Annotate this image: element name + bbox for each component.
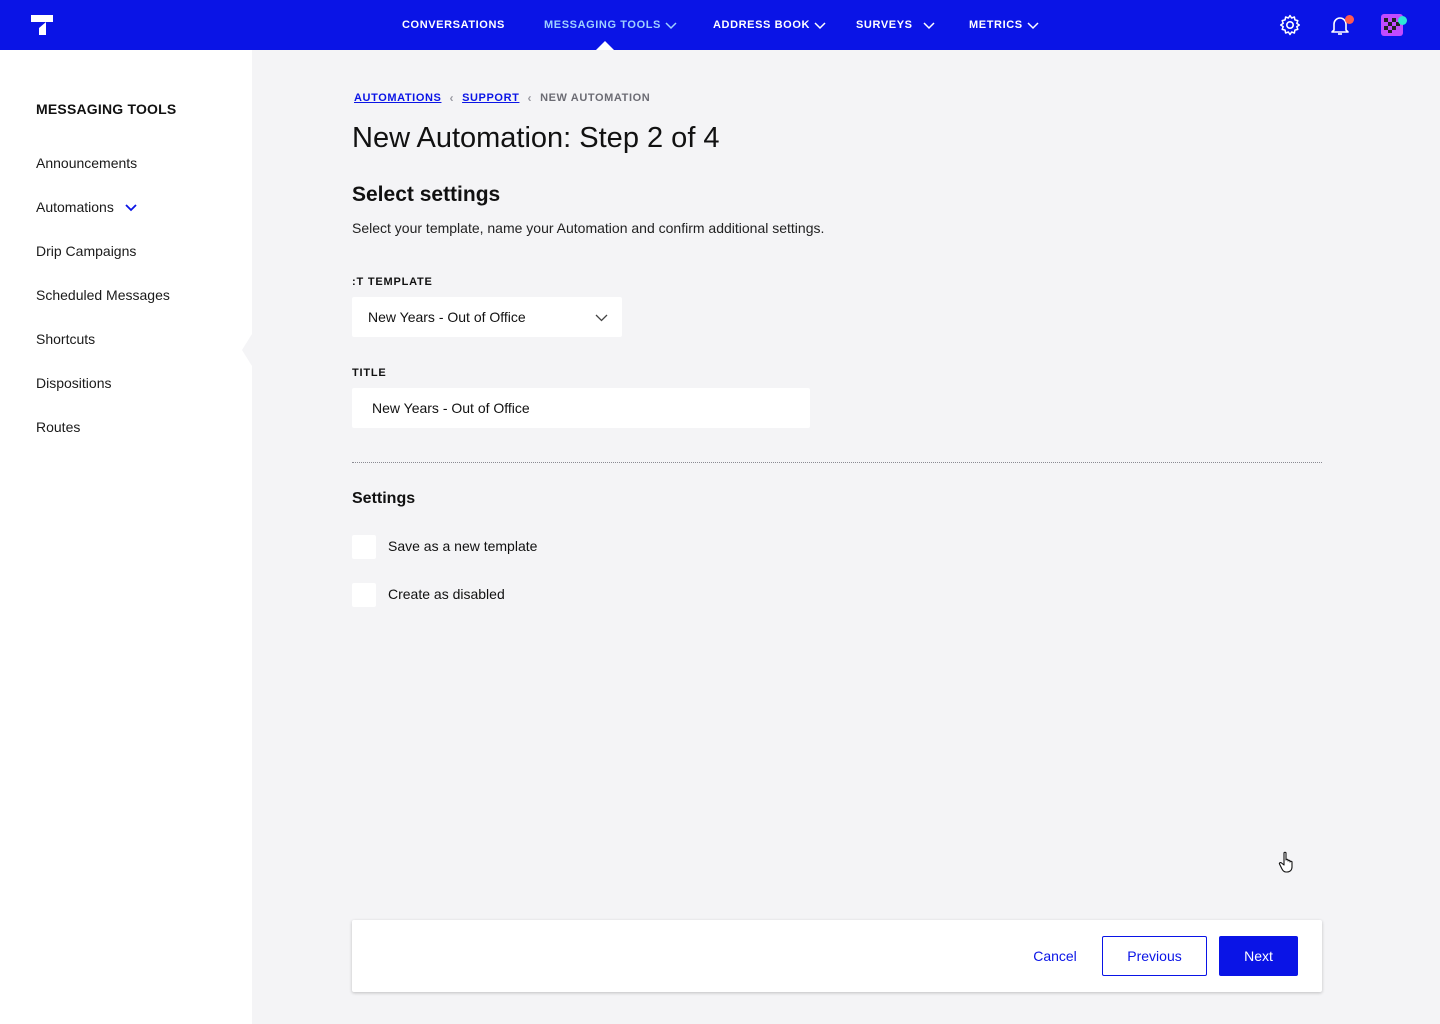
breadcrumb: AUTOMATIONS ‹ SUPPORT ‹ NEW AUTOMATION [354, 91, 650, 105]
save-as-template-label: Save as a new template [388, 538, 538, 554]
next-button[interactable]: Next [1219, 936, 1298, 976]
sidebar-item-label: Automations [36, 199, 114, 215]
top-nav-bar: CONVERSATIONS MESSAGING TOOLS ADDRESS BO… [0, 0, 1440, 50]
chevron-down-icon [814, 22, 826, 30]
settings-title: Settings [352, 490, 416, 507]
sidebar-item-label: Scheduled Messages [36, 287, 170, 303]
cancel-button[interactable]: Cancel [1022, 936, 1088, 976]
template-select-value: New Years - Out of Office [368, 309, 526, 325]
active-nav-indicator [596, 41, 614, 50]
nav-conversations-label: CONVERSATIONS [402, 19, 505, 31]
sidebar-item-label: Shortcuts [36, 331, 96, 347]
page-title: New Automation: Step 2 of 4 [352, 122, 720, 154]
nav-metrics[interactable]: METRICS [969, 0, 1039, 50]
save-as-template-checkbox[interactable] [352, 535, 376, 559]
nav-address-book[interactable]: ADDRESS BOOK [713, 0, 826, 50]
chevron-down-icon [1027, 22, 1039, 30]
logo-icon[interactable] [30, 13, 54, 37]
sidebar-item-shortcuts[interactable]: Shortcuts [36, 331, 95, 347]
sidebar-item-scheduled-messages[interactable]: Scheduled Messages [36, 287, 170, 303]
notifications-button[interactable] [1328, 13, 1354, 37]
chevron-left-icon: ‹ [527, 91, 533, 105]
sidebar-item-dispositions[interactable]: Dispositions [36, 375, 111, 391]
status-dot [1398, 16, 1407, 25]
nav-conversations[interactable]: CONVERSATIONS [402, 0, 505, 50]
sidebar-item-automations[interactable]: Automations [36, 199, 138, 215]
sidebar-item-label: Drip Campaigns [36, 243, 137, 259]
section-divider [352, 462, 1322, 463]
breadcrumb-support[interactable]: SUPPORT [462, 92, 519, 104]
nav-surveys-label: SURVEYS [856, 19, 913, 31]
sidebar-notch [242, 334, 252, 366]
template-select[interactable]: New Years - Out of Office [352, 297, 622, 337]
avatar[interactable] [1380, 13, 1407, 37]
chevron-down-icon [125, 204, 137, 212]
breadcrumb-automations[interactable]: AUTOMATIONS [354, 92, 441, 104]
sidebar-title: MESSAGING TOOLS [36, 101, 177, 117]
create-disabled-checkbox[interactable] [352, 583, 376, 607]
gear-icon[interactable] [1278, 13, 1302, 37]
sidebar-item-label: Routes [36, 419, 81, 435]
sidebar-item-routes[interactable]: Routes [36, 419, 80, 435]
hand-cursor-icon [1278, 851, 1293, 873]
nav-metrics-label: METRICS [969, 19, 1023, 31]
sidebar-item-drip-campaigns[interactable]: Drip Campaigns [36, 243, 136, 259]
section-title: Select settings [352, 183, 501, 206]
title-label: TITLE [352, 367, 387, 379]
title-input[interactable] [352, 388, 810, 428]
previous-button[interactable]: Previous [1102, 936, 1207, 976]
nav-messaging-tools-label: MESSAGING TOOLS [544, 19, 661, 31]
chevron-down-icon [595, 314, 608, 322]
chevron-down-icon [665, 22, 677, 30]
sidebar-item-label: Dispositions [36, 375, 112, 391]
nav-address-book-label: ADDRESS BOOK [713, 19, 811, 31]
sidebar: MESSAGING TOOLS Announcements Automation… [0, 50, 252, 1024]
sidebar-item-label: Announcements [36, 155, 138, 171]
sidebar-item-announcements[interactable]: Announcements [36, 155, 137, 171]
template-label: :T TEMPLATE [352, 276, 433, 288]
section-description: Select your template, name your Automati… [352, 220, 825, 236]
nav-surveys[interactable]: SURVEYS [856, 0, 935, 50]
notification-dot [1345, 15, 1354, 24]
create-disabled-label: Create as disabled [388, 586, 505, 602]
breadcrumb-current: NEW AUTOMATION [540, 92, 651, 104]
chevron-down-icon [923, 22, 935, 30]
chevron-left-icon: ‹ [449, 91, 455, 105]
